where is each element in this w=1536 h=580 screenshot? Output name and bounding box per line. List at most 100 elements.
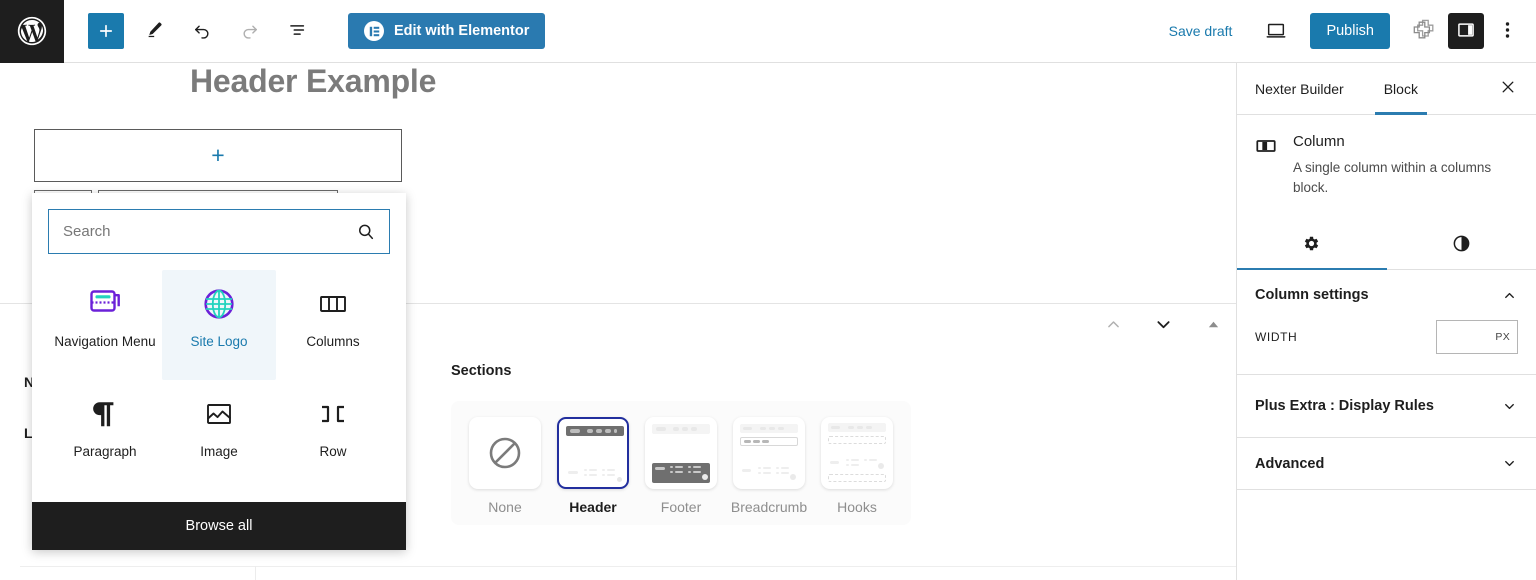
width-field-row: WIDTH PX [1255,320,1518,355]
block-info-card: Column A single column within a columns … [1237,115,1536,197]
search-input[interactable] [48,209,390,254]
save-draft-button[interactable]: Save draft [1159,15,1243,47]
panel-title: Advanced [1255,455,1325,472]
styles-contrast-icon [1452,234,1471,256]
section-label: Breadcrumb [730,499,808,515]
wordpress-logo-button[interactable] [0,0,64,63]
section-label: Footer [660,499,702,515]
move-down-button[interactable] [1150,311,1176,337]
preview-button[interactable] [1258,13,1294,49]
desktop-preview-icon [1265,19,1287,44]
panel-title: Column settings [1255,287,1369,304]
collapse-button[interactable] [1200,311,1226,337]
section-option-hooks[interactable]: Hooks [821,417,893,515]
sidebar-panel-tabs [1237,221,1536,271]
section-label: Hooks [837,499,877,515]
chevron-up-icon [1500,286,1518,304]
section-option-breadcrumb[interactable]: Breadcrumb [730,417,808,515]
list-view-icon [288,20,308,43]
block-appender[interactable]: + [34,129,402,182]
post-title[interactable]: Header Example [190,63,436,100]
tab-settings[interactable] [1237,221,1387,271]
settings-sidebar: Nexter Builder Block Column A single col… [1236,63,1536,580]
inserter-block-label: Row [319,444,347,459]
chevron-down-icon [1500,455,1518,473]
row-icon [318,396,348,432]
panel-column-settings: Column settings WIDTH PX [1237,270,1536,376]
section-thumbnail-none [469,417,541,489]
width-label: WIDTH [1255,330,1298,345]
inserter-block-label: Site Logo [190,334,248,349]
redo-arrow-icon [240,20,260,43]
block-title: Column [1293,133,1345,150]
plus-addons-button[interactable] [1404,13,1440,49]
list-view-button[interactable] [280,13,316,49]
width-input[interactable] [1437,321,1517,354]
close-sidebar-button[interactable] [1494,75,1522,103]
tab-nexter-builder[interactable]: Nexter Builder [1255,63,1344,115]
undo-arrow-icon [192,20,212,43]
paragraph-icon [92,396,118,432]
inserter-block-label: Image [200,444,238,459]
section-label: Header [569,499,617,515]
bottom-table-remnant [20,566,1236,580]
navigation-menu-icon [88,286,122,322]
wordpress-icon [15,14,49,48]
width-input-wrap: PX [1436,320,1518,355]
tab-block[interactable]: Block [1374,63,1428,115]
settings-gear-icon [1302,234,1321,256]
panel-column-settings-header[interactable]: Column settings [1255,270,1518,320]
sidebar-panel-icon [1456,20,1476,43]
inserter-block-image[interactable]: Image [162,380,276,490]
appender-plus-icon: + [211,142,225,168]
column-block-icon [1255,135,1277,197]
plus-plugin-icon [1409,17,1435,46]
settings-sidebar-toggle-button[interactable] [1448,13,1484,49]
inserter-search-wrap [32,193,406,270]
block-nav-arrows [1100,311,1226,337]
three-dots-vertical-icon [1505,20,1510,43]
toolbar-right-group: Save draft Publish [1159,13,1536,49]
section-thumbnail-header [557,417,629,489]
inserter-block-paragraph[interactable]: Paragraph [48,380,162,490]
tab-styles[interactable] [1387,221,1536,269]
inserter-block-navigation-menu[interactable]: Navigation Menu [48,270,162,380]
section-thumbnail-breadcrumb [733,417,805,489]
section-option-none[interactable]: None [469,417,541,515]
chevron-down-icon [1500,397,1518,415]
panel-advanced: Advanced [1237,438,1536,491]
inserter-block-site-logo[interactable]: Site Logo [162,270,276,380]
image-icon [205,396,233,432]
sections-chooser: Sections None Header Footer Breadcrumb H… [451,363,911,525]
block-info-text: Column A single column within a columns … [1293,133,1518,197]
panel-plus-extra-display-rules: Plus Extra : Display Rules [1237,375,1536,439]
section-thumbnail-hooks [821,417,893,489]
undo-button[interactable] [184,13,220,49]
publish-button[interactable]: Publish [1310,13,1390,49]
toolbar-left-group: Edit with Elementor [64,13,546,49]
edit-with-elementor-button[interactable]: Edit with Elementor [348,13,546,49]
more-options-button[interactable] [1492,13,1522,49]
editor-toolbar: Edit with Elementor Save draft Publish [0,0,1536,63]
add-block-button[interactable] [88,13,124,49]
move-up-button[interactable] [1100,311,1126,337]
inserter-block-columns[interactable]: Columns [276,270,390,380]
panel-column-settings-body: WIDTH PX [1255,320,1518,374]
site-logo-icon [202,286,236,322]
section-option-header[interactable]: Header [557,417,629,515]
elementor-button-label: Edit with Elementor [394,23,530,39]
pencil-icon [145,20,164,42]
inserter-block-label: Paragraph [73,444,137,459]
section-option-footer[interactable]: Footer [645,417,717,515]
inserter-block-row[interactable]: Row [276,380,390,490]
inserter-block-label: Columns [306,334,360,349]
panel-advanced-header[interactable]: Advanced [1255,438,1518,489]
close-icon [1500,79,1516,98]
sidebar-tab-bar: Nexter Builder Block [1237,63,1536,115]
redo-button[interactable] [232,13,268,49]
section-thumbnail-footer [645,417,717,489]
sections-heading: Sections [451,363,512,379]
browse-all-button[interactable]: Browse all [32,502,406,550]
panel-plus-extra-header[interactable]: Plus Extra : Display Rules [1255,375,1518,437]
edit-tool-button[interactable] [136,13,172,49]
